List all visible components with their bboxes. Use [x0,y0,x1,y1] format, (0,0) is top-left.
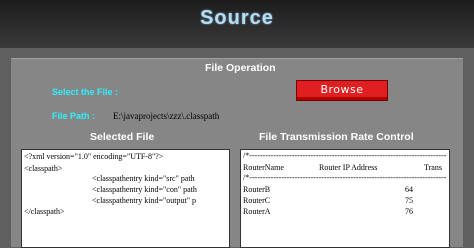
router-row-value: 76 [405,207,413,216]
code-line: </classpath> [24,207,65,216]
router-row-value: 64 [405,185,413,194]
column-router-ip: Router IP Address [319,163,378,172]
separator-line: /*--------------------------------------… [243,151,447,160]
selected-file-title: Selected File [90,131,155,143]
router-row-name: RouterB [243,185,271,194]
code-line: <classpathentry kind="src" path [92,174,195,183]
code-line: <?xml version="1.0" encoding="UTF-8"?> [24,152,164,161]
column-trans: Trans [424,163,442,172]
file-operation-title: File Operation [205,62,276,74]
separator-line: /*--------------------------------------… [243,173,447,182]
code-line: <classpathentry kind="con" path [92,185,197,194]
file-path-value: E:\javaprojects\zzz\.classpath [113,111,220,121]
router-row-name: RouterA [243,207,271,216]
browse-button[interactable]: Browse [296,80,388,101]
code-line: <classpath> [24,164,63,173]
app-header: Source [0,0,474,48]
select-file-label: Select the File : [52,87,119,97]
file-path-label: File Path : [52,111,96,121]
selected-file-textarea[interactable]: <?xml version="1.0" encoding="UTF-8"?> <… [21,149,230,248]
code-line: <classpathentry kind="output" p [92,196,196,205]
rate-control-textarea[interactable]: /*--------------------------------------… [240,149,450,248]
router-row-name: RouterC [243,196,271,205]
rate-control-title: File Transmission Rate Control [259,131,414,143]
router-row-value: 75 [405,196,413,205]
column-router-name: RouterName [243,163,284,172]
app-title: Source [200,7,274,29]
